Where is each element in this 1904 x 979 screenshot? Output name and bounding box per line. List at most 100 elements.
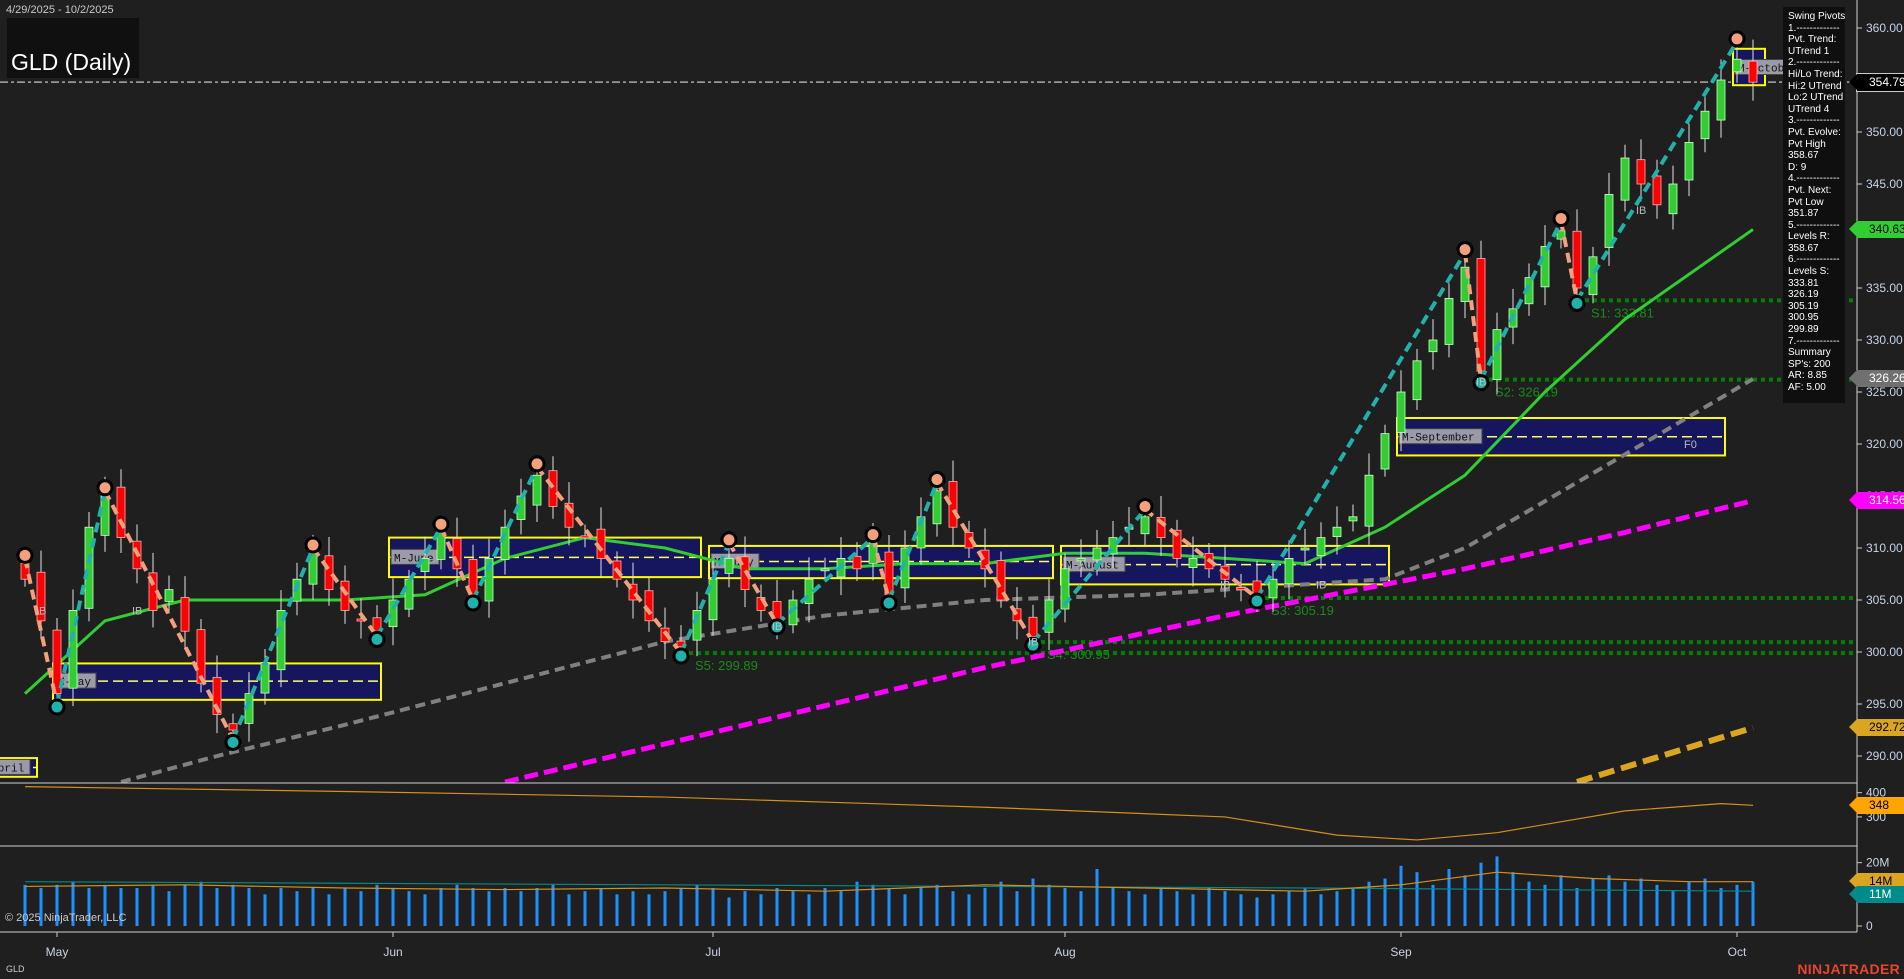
y-tick-label: 360.00: [1866, 21, 1903, 35]
swing-pivot-line: 7.-------------: [1788, 336, 1845, 348]
candle-up: [1317, 538, 1325, 556]
swing-pivot-line: Pvt High: [1788, 139, 1845, 151]
volume-tag: 11M: [1857, 886, 1904, 903]
candle-down: [1749, 61, 1757, 82]
candle-up: [1381, 434, 1389, 469]
price-panel: M-AprilM-MayM-JuneM-JulyM-AugustM-Septem…: [0, 32, 1857, 782]
chart-annotation: IB: [132, 605, 142, 617]
x-tick-label: Oct: [1728, 945, 1747, 959]
candle-down: [181, 598, 189, 632]
swing-pivot-line: 5.-------------: [1788, 220, 1845, 232]
candle-up: [165, 590, 173, 602]
swing-pivot-line: Summary: [1788, 347, 1845, 359]
candle-down: [197, 630, 205, 684]
candle-up: [1733, 59, 1741, 72]
candle-up: [1413, 361, 1421, 400]
swing-pivot-line: Lo:2 UTrend: [1788, 92, 1845, 104]
chart-annotation: IB: [36, 605, 46, 617]
x-tick-label: Jul: [705, 945, 720, 959]
candle-up: [501, 527, 509, 559]
price-chart[interactable]: M-AprilM-MayM-JuneM-JulyM-AugustM-Septem…: [0, 0, 1904, 979]
swing-high-marker: [1138, 500, 1152, 514]
swing-high-marker: [434, 517, 448, 531]
swing-pivot-line: AF: 5.00: [1788, 382, 1845, 394]
swing-low-marker: [50, 700, 64, 714]
candle-up: [1589, 257, 1597, 295]
volume-tick-label: 20M: [1866, 856, 1889, 870]
candle-down: [853, 556, 861, 568]
y-tick-label: 300.00: [1866, 645, 1903, 659]
candle-down: [341, 581, 349, 610]
candle-down: [581, 536, 589, 538]
support-label: S5: 299.89: [695, 658, 758, 673]
swing-leg: [1577, 42, 1737, 301]
swing-pivot-line: Pvt. Evolve:: [1788, 127, 1845, 139]
candle-up: [533, 475, 541, 505]
candle-down: [1573, 231, 1581, 288]
candle-up: [725, 558, 733, 573]
swing-pivot-line: Levels S:: [1788, 266, 1845, 278]
price-tag: 354.79: [1857, 74, 1904, 91]
swing-high-marker: [1730, 32, 1744, 46]
copyright: © 2025 NinjaTrader, LLC: [5, 912, 126, 924]
swing-pivot-line: Pvt. Trend:: [1788, 34, 1845, 46]
swing-pivot-line: D: 9: [1788, 162, 1845, 174]
candle-up: [85, 527, 93, 608]
y-tick-label: 350.00: [1866, 125, 1903, 139]
y-tick-label: 305.00: [1866, 593, 1903, 607]
indicator-line: [25, 787, 1753, 840]
chart-annotation: IB: [1476, 377, 1486, 389]
candle-up: [1189, 558, 1197, 567]
swing-pivot-line: 299.89: [1788, 324, 1845, 336]
candle-up: [1685, 142, 1693, 180]
x-tick-label: May: [46, 945, 69, 959]
candle-down: [1029, 617, 1037, 636]
candle-up: [261, 662, 269, 693]
candle-up: [1493, 330, 1501, 380]
swing-low-marker: [882, 596, 896, 610]
candle-down: [325, 556, 333, 590]
candle-up: [1445, 298, 1453, 344]
swing-pivots-panel: Swing Pivots1.-------------Pvt. Trend:UT…: [1783, 7, 1845, 403]
chart-title: GLD (Daily): [11, 49, 131, 76]
swing-high-marker: [306, 538, 320, 552]
candle-up: [1269, 579, 1277, 598]
swing-low-marker: [1570, 296, 1584, 310]
symbol-label: GLD: [6, 964, 25, 974]
candle-up: [101, 496, 109, 535]
candle-up: [405, 579, 413, 609]
month-box-label: M-September: [1402, 433, 1475, 445]
candle-up: [1141, 517, 1149, 534]
y-tick-label: 295.00: [1866, 697, 1903, 711]
swing-pivot-line: AR: 8.85: [1788, 370, 1845, 382]
chart-title-box: GLD (Daily): [7, 18, 139, 78]
volume-tick-label: 0: [1866, 919, 1873, 933]
candle-down: [229, 724, 237, 730]
swing-pivot-line: Levels R:: [1788, 231, 1845, 243]
candle-up: [1285, 558, 1293, 583]
swing-high-marker: [866, 528, 880, 542]
y-tick-label: 290.00: [1866, 749, 1903, 763]
y-tick-label: 310.00: [1866, 541, 1903, 555]
candle-up: [1669, 184, 1677, 214]
swing-leg: [889, 482, 937, 600]
chart-annotation: IB: [772, 621, 782, 633]
candle-up: [1093, 548, 1101, 560]
candle-up: [1301, 548, 1309, 550]
swing-pivot-line: 300.95: [1788, 312, 1845, 324]
month-box-label: M-August: [1066, 561, 1119, 573]
indicator-value-tag: 348: [1857, 797, 1904, 814]
price-tag: 326.26: [1857, 370, 1904, 387]
candle-up: [1397, 392, 1405, 432]
swing-leg: [1481, 221, 1561, 379]
swing-pivot-line: UTrend 4: [1788, 104, 1845, 116]
swing-low-marker: [1250, 594, 1264, 608]
swing-pivot-line: 6.-------------: [1788, 254, 1845, 266]
swing-pivot-line: 333.81: [1788, 278, 1845, 290]
candle-down: [549, 471, 557, 507]
chart-annotation: IB: [1220, 579, 1230, 591]
swing-pivot-line: Hi:2 UTrend: [1788, 81, 1845, 93]
candle-down: [1653, 176, 1661, 205]
y-tick-label: 330.00: [1866, 333, 1903, 347]
candle-up: [1333, 527, 1341, 536]
